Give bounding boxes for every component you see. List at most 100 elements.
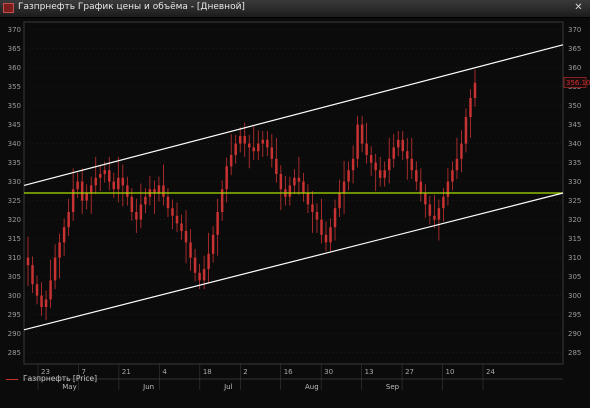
candle-body bbox=[207, 253, 210, 269]
candle-body bbox=[464, 117, 468, 144]
candle-body bbox=[315, 212, 319, 220]
candle-body bbox=[108, 170, 111, 182]
y-tick-right: 315 bbox=[568, 235, 581, 243]
y-tick-right: 320 bbox=[568, 216, 581, 224]
candle-body bbox=[193, 257, 197, 273]
candle-body bbox=[311, 204, 314, 212]
window-titlebar: Газпрнефть График цены и объёма - [Дневн… bbox=[0, 0, 590, 18]
candle-body bbox=[121, 177, 125, 186]
candle-body bbox=[442, 196, 445, 209]
candle-body bbox=[189, 242, 192, 258]
candle-body bbox=[270, 147, 274, 159]
candle-body bbox=[378, 170, 382, 178]
candle-body bbox=[166, 196, 170, 209]
legend: Газпрнефть [Price] bbox=[6, 374, 97, 383]
x-tick-label: 24 bbox=[486, 368, 495, 376]
candle-body bbox=[356, 124, 359, 159]
candle-body bbox=[360, 124, 364, 144]
x-tick-label: 21 bbox=[122, 368, 131, 376]
candle-body bbox=[202, 269, 206, 281]
close-icon[interactable]: ✕ bbox=[571, 1, 586, 15]
y-tick-left: 345 bbox=[8, 121, 21, 129]
x-tick-label: 4 bbox=[162, 368, 167, 376]
candle-body bbox=[49, 280, 52, 300]
candle-body bbox=[175, 215, 179, 224]
candle-body bbox=[44, 299, 48, 307]
candle-body bbox=[76, 181, 79, 190]
candle-body bbox=[338, 193, 341, 209]
candle-body bbox=[460, 143, 463, 159]
y-tick-left: 335 bbox=[8, 159, 21, 167]
y-tick-left: 315 bbox=[8, 235, 21, 243]
month-label: Sep bbox=[386, 383, 400, 391]
candle-body bbox=[62, 227, 66, 243]
candle-body bbox=[437, 208, 441, 220]
candle-body bbox=[401, 139, 404, 152]
candle-body bbox=[35, 284, 39, 296]
candle-body bbox=[415, 170, 418, 182]
y-tick-left: 320 bbox=[8, 216, 21, 224]
y-tick-right: 350 bbox=[568, 102, 581, 110]
x-tick-label: 16 bbox=[284, 368, 293, 376]
candle-body bbox=[211, 234, 215, 254]
candle-body bbox=[369, 155, 373, 163]
candle-body bbox=[473, 82, 477, 98]
candle-body bbox=[85, 193, 88, 201]
candle-body bbox=[469, 98, 472, 117]
candle-body bbox=[410, 158, 414, 171]
candle-body bbox=[275, 158, 278, 174]
y-tick-right: 345 bbox=[568, 121, 581, 129]
legend-label: Газпрнефть [Price] bbox=[23, 374, 98, 383]
candle-body bbox=[234, 143, 237, 155]
y-tick-right: 335 bbox=[568, 159, 581, 167]
price-chart[interactable]: 285 285 290 290 295 295 300 300 305 305 310 310 315 3… bbox=[0, 18, 590, 408]
candle-body bbox=[252, 147, 255, 152]
candle-body bbox=[397, 139, 400, 148]
candle-body bbox=[99, 174, 102, 178]
candle-body bbox=[419, 181, 423, 193]
candle-body bbox=[94, 177, 97, 186]
app-icon bbox=[3, 3, 14, 13]
y-tick-left: 325 bbox=[8, 197, 21, 205]
window-title: Газпрнефть График цены и объёма - [Дневн… bbox=[18, 2, 245, 12]
candle-body bbox=[302, 181, 305, 193]
candle-body bbox=[238, 136, 242, 144]
candle-body bbox=[288, 185, 292, 197]
candle-body bbox=[216, 212, 219, 235]
candle-body bbox=[103, 170, 106, 174]
y-tick-left: 305 bbox=[8, 273, 21, 281]
chart-svg: 285 285 290 290 295 295 300 300 305 305 310 310 315 3… bbox=[8, 21, 590, 391]
candle-body bbox=[365, 143, 368, 155]
candle-body bbox=[139, 204, 143, 220]
candle-body bbox=[130, 196, 134, 212]
y-tick-right: 370 bbox=[568, 26, 581, 34]
candle-body bbox=[31, 265, 34, 285]
y-tick-right: 295 bbox=[568, 311, 581, 319]
candle-body bbox=[433, 215, 436, 220]
y-tick-right: 290 bbox=[568, 330, 581, 338]
candle-body bbox=[171, 208, 174, 216]
candle-body bbox=[243, 136, 246, 144]
candle-body bbox=[428, 204, 432, 216]
x-tick-label: 30 bbox=[324, 368, 333, 376]
channel-lower-line bbox=[23, 192, 564, 331]
candle-body bbox=[455, 158, 459, 171]
candle-body bbox=[144, 196, 147, 205]
y-tick-left: 340 bbox=[8, 140, 21, 148]
y-tick-left: 295 bbox=[8, 311, 21, 319]
candle-body bbox=[198, 272, 201, 281]
candle-body bbox=[329, 227, 332, 243]
y-tick-right: 340 bbox=[568, 140, 581, 148]
candle-body bbox=[117, 177, 120, 190]
candle-body bbox=[387, 158, 391, 171]
month-label: Jun bbox=[142, 383, 154, 391]
candle-body bbox=[424, 193, 427, 205]
x-tick-label: 18 bbox=[203, 368, 212, 376]
y-tick-right: 365 bbox=[568, 45, 581, 53]
candle-body bbox=[320, 219, 323, 235]
candle-body bbox=[26, 257, 30, 266]
candle-body bbox=[342, 181, 346, 193]
candle-body bbox=[383, 170, 386, 178]
candle-body bbox=[180, 223, 183, 231]
legend-swatch bbox=[6, 378, 18, 380]
